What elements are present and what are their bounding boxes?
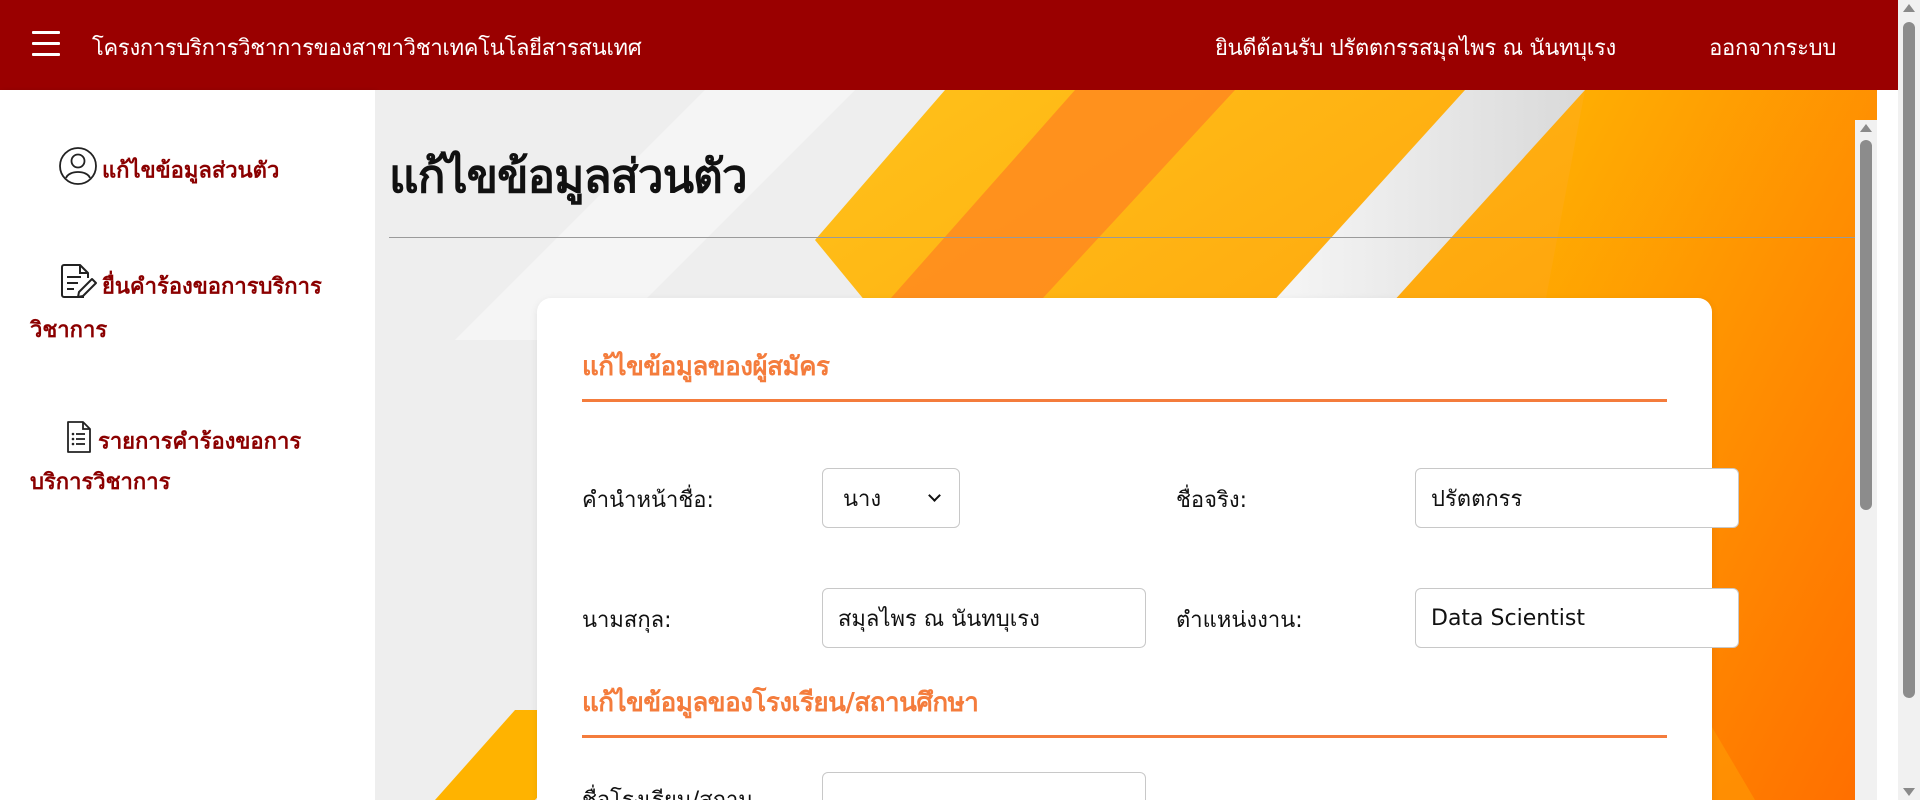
menu-icon[interactable] <box>32 31 60 59</box>
user-circle-icon <box>58 146 98 197</box>
school-field[interactable] <box>822 772 1146 800</box>
page-scrollbar[interactable] <box>1898 0 1920 800</box>
app-title: โครงการบริการวิชาการของสาขาวิชาเทคโนโลยี… <box>92 36 642 61</box>
title-divider <box>389 237 1859 238</box>
section-divider <box>582 399 1667 402</box>
section-divider <box>582 735 1667 738</box>
page-title: แก้ไขข้อมูลส่วนตัว <box>389 149 748 203</box>
scroll-up-arrow[interactable] <box>1903 4 1915 12</box>
prefix-select-value: นาง <box>843 486 882 512</box>
sidebar-item-submit-request[interactable]: ยื่นคำร้องขอการบริการวิชาการ <box>30 262 350 348</box>
sidebar-item-edit-profile[interactable]: แก้ไขข้อมูลส่วนตัว <box>58 146 378 197</box>
prefix-select[interactable]: นาง <box>822 468 960 528</box>
main-content: แก้ไขข้อมูลส่วนตัว แก้ไขข้อมูลของผู้สมัค… <box>375 90 1877 800</box>
list-document-icon <box>64 420 94 465</box>
scrollbar-thumb[interactable] <box>1860 140 1872 510</box>
content-scrollbar[interactable] <box>1855 120 1877 800</box>
logout-link[interactable]: ออกจากระบบ <box>1709 30 1836 65</box>
edit-document-icon <box>58 262 98 313</box>
scroll-up-arrow[interactable] <box>1860 124 1872 132</box>
scrollbar-thumb[interactable] <box>1903 22 1915 698</box>
top-navbar: โครงการบริการวิชาการของสาขาวิชาเทคโนโลยี… <box>0 0 1898 90</box>
prefix-label: คำนำหน้าชื่อ: <box>582 488 714 513</box>
section-heading-applicant: แก้ไขข้อมูลของผู้สมัคร <box>582 352 830 382</box>
lastname-label: นามสกุล: <box>582 608 672 633</box>
sidebar: แก้ไขข้อมูลส่วนตัว ยื่นคำร้องขอการบริการ… <box>0 90 375 800</box>
school-label: ชื่อโรงเรียน/สถาน <box>582 782 753 800</box>
edit-profile-form: แก้ไขข้อมูลของผู้สมัคร คำนำหน้าชื่อ: นาง… <box>537 298 1739 800</box>
scroll-down-arrow[interactable] <box>1903 788 1915 796</box>
position-label: ตำแหน่งงาน: <box>1176 608 1303 633</box>
sidebar-item-label: แก้ไขข้อมูลส่วนตัว <box>102 158 280 184</box>
chevron-down-icon <box>928 489 941 502</box>
lastname-field[interactable]: สมุลไพร ณ นันทบุเรง <box>822 588 1146 648</box>
position-field[interactable]: Data Scientist <box>1415 588 1739 648</box>
firstname-field[interactable]: ปรัตตกรร <box>1415 468 1739 528</box>
sidebar-item-request-list[interactable]: รายการคำร้องขอการบริการวิชาการ <box>30 420 350 500</box>
firstname-label: ชื่อจริง: <box>1176 488 1248 513</box>
welcome-text: ยินดีต้อนรับ ปรัตตกรรสมุลไพร ณ นันทบุเรง <box>1214 36 1616 61</box>
section-heading-school: แก้ไขข้อมูลของโรงเรียน/สถานศึกษา <box>582 688 979 718</box>
